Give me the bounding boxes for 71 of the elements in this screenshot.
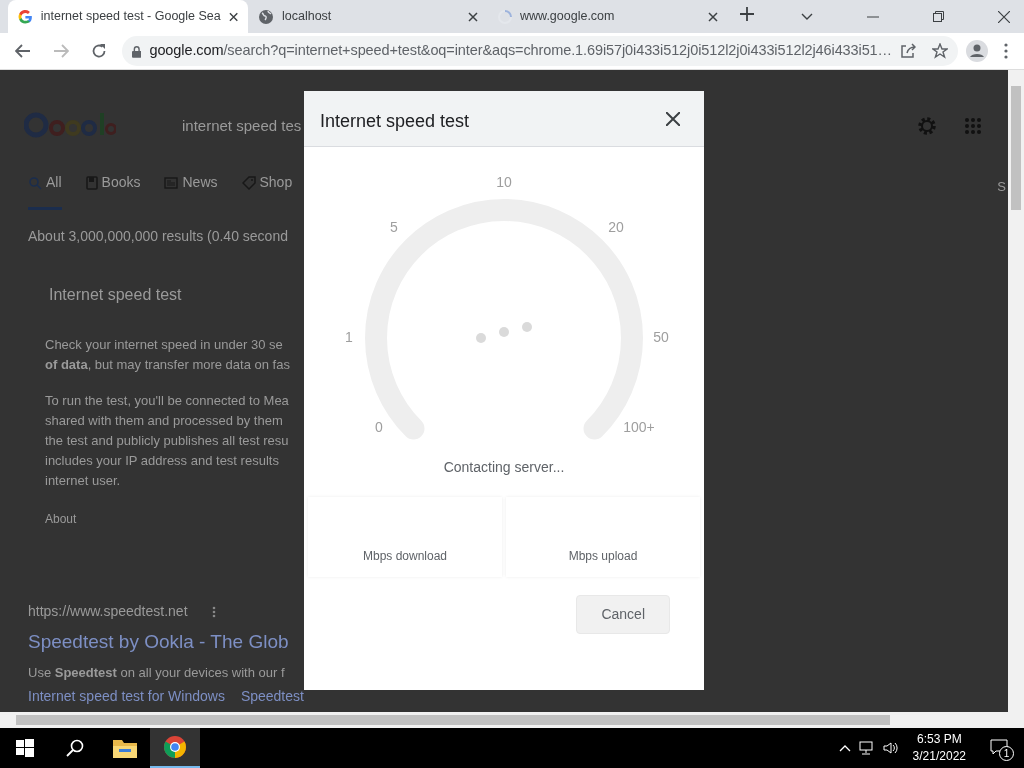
gauge-label: 10: [496, 174, 512, 190]
book-icon: [85, 175, 98, 190]
status-text: Contacting server...: [443, 459, 565, 475]
sitelink[interactable]: Internet speed test for Windows: [28, 686, 225, 707]
search-tab[interactable]: S: [997, 176, 1006, 210]
close-icon[interactable]: [468, 11, 478, 22]
clock-time[interactable]: 6:53 PM: [912, 731, 966, 748]
gauge-label: 5: [390, 219, 398, 235]
profile-icon[interactable]: [966, 40, 988, 62]
menu-icon[interactable]: [1004, 43, 1008, 59]
result-count: About 3,000,000,000 results (0.40 second: [28, 227, 288, 246]
chrome-button[interactable]: [150, 728, 200, 768]
plus-icon[interactable]: [740, 7, 754, 21]
gauge-label: 0: [375, 419, 383, 435]
windows-icon[interactable]: [16, 739, 34, 757]
result-title[interactable]: Speedtest by Ookla - The Glob: [28, 628, 289, 657]
gauge-label: 20: [608, 219, 624, 235]
gauge-label: 100+: [623, 419, 655, 435]
address-bar[interactable]: google.com/search?q=internet+speed+test&oq=inter&aqs=chrome.1.69i57j0i433i512j0i512l2j0i433i512l2j46i433i51…: [122, 36, 958, 66]
search-tab[interactable]: Books: [85, 172, 141, 210]
close-icon[interactable]: [708, 11, 718, 22]
cancel-button[interactable]: Cancel: [576, 595, 670, 634]
card-paragraph: To run the test, you'll be connected to Mea shared with them and processed by them the test and publicly publishes all test resu includes your IP address and test results internet user.: [45, 392, 289, 490]
clock-date[interactable]: 3/21/2022: [912, 748, 966, 765]
card-paragraph: Check your internet speed in under 30 se of data, but may transfer more data on fas: [45, 336, 290, 374]
gauge-label: 50: [653, 329, 669, 345]
network-icon[interactable]: [858, 740, 875, 756]
url-text: google.com/search?q=internet+speed+test&oq=inter&aqs=chrome.1.69i57j0i433i512j0i512l2j0i433i512l2j46i433i51…: [149, 41, 892, 61]
dropdown-icon[interactable]: [801, 12, 813, 21]
globe-icon: [258, 8, 274, 25]
search-icon: [28, 175, 42, 190]
browser-tab[interactable]: internet speed test - Google Sea: [8, 0, 248, 33]
search-field[interactable]: internet speed tes: [182, 114, 302, 138]
browser-tab[interactable]: www.google.com: [488, 0, 728, 33]
close-icon[interactable]: [228, 11, 238, 22]
upload-label: Mbps upload: [568, 548, 638, 565]
result-snippet: Use Speedtest on all your devices with our f: [28, 663, 285, 682]
notification-count: 1: [999, 746, 1014, 761]
more-icon[interactable]: [211, 605, 216, 618]
search-tab[interactable]: All: [28, 172, 62, 210]
search-tab[interactable]: Shop: [241, 172, 293, 210]
tag-icon: [241, 175, 256, 190]
chrome-icon[interactable]: [163, 735, 187, 759]
back-icon[interactable]: [15, 44, 31, 58]
close-icon[interactable]: [998, 10, 1010, 23]
download-label: Mbps download: [362, 548, 448, 565]
result-url[interactable]: https://www.speedtest.net: [28, 601, 188, 622]
star-icon[interactable]: [932, 43, 948, 59]
search-tab[interactable]: News: [164, 172, 218, 210]
browser-tab[interactable]: localhost: [248, 0, 488, 33]
share-icon[interactable]: [900, 43, 916, 59]
dialog-title: Internet speed test: [320, 110, 470, 133]
search-icon[interactable]: [66, 739, 84, 757]
google-icon: [18, 8, 33, 25]
restore-icon[interactable]: [933, 11, 944, 22]
card-title: Internet speed test: [49, 285, 182, 305]
scrollbar-thumb[interactable]: [1011, 86, 1021, 210]
folder-icon[interactable]: [113, 738, 137, 758]
volume-icon[interactable]: [882, 740, 899, 756]
about-link[interactable]: About: [45, 509, 77, 529]
loading-dots: [476, 322, 532, 343]
scrollbar-thumb[interactable]: [16, 715, 890, 725]
close-icon[interactable]: [666, 111, 680, 126]
sitelink[interactable]: Speedtest: [240, 686, 304, 707]
reload-icon[interactable]: [91, 43, 107, 59]
loading-icon: [498, 9, 512, 24]
gauge-label: 1: [345, 329, 353, 345]
newspaper-icon: [164, 176, 179, 189]
chevron-up-icon[interactable]: [838, 744, 851, 752]
lock-icon: [132, 44, 142, 58]
notification-icon[interactable]: [990, 739, 1008, 755]
